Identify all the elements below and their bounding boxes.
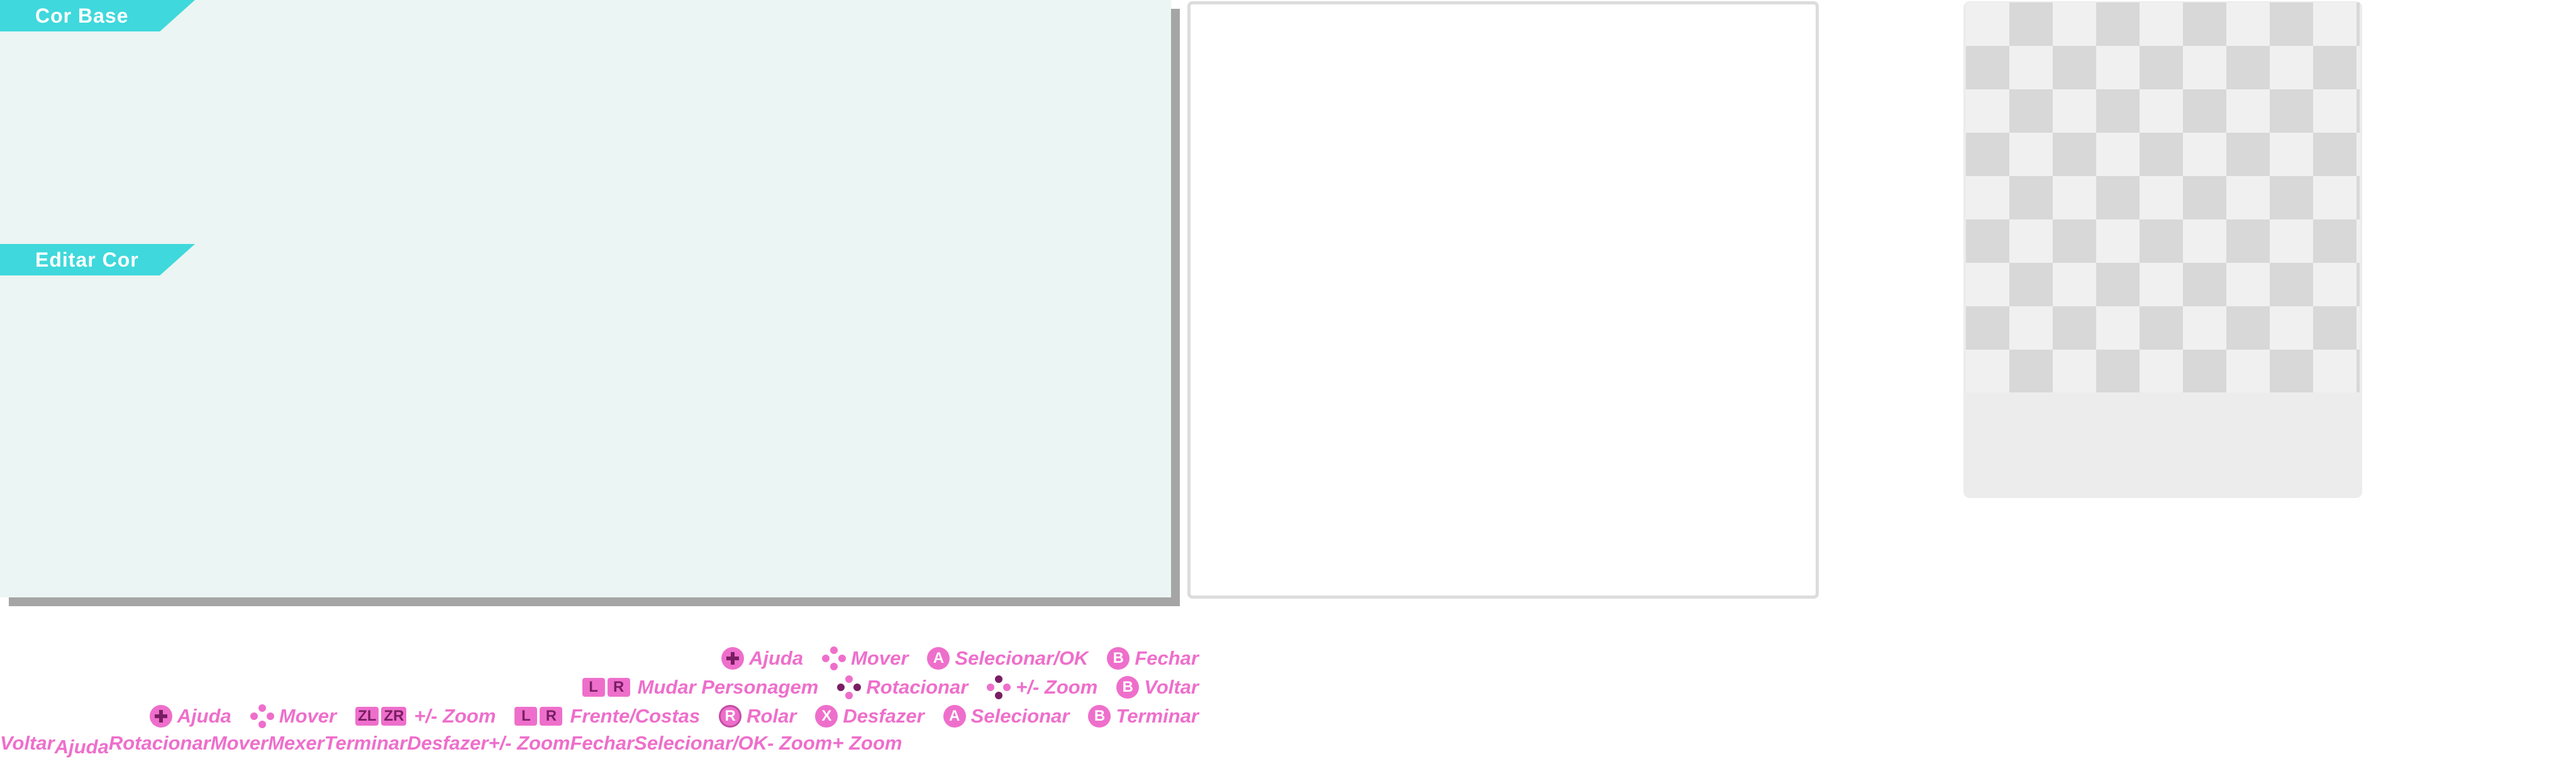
label-select-ok: Selecionar/OK bbox=[634, 732, 768, 754]
hint-close[interactable]: B Fechar bbox=[1107, 647, 1199, 670]
hint-label: Frente/Costas bbox=[570, 705, 701, 727]
hint-zoom[interactable]: +/- Zoom bbox=[987, 675, 1097, 699]
b-button-icon: B bbox=[1116, 676, 1140, 699]
hint-label-strip: Voltar Ajuda Rotacionar Mover Mexer Term… bbox=[0, 729, 902, 758]
label-undo: Desfazer bbox=[407, 732, 489, 754]
hint-label: Fechar bbox=[1135, 647, 1199, 669]
b-button-icon: B bbox=[1107, 647, 1130, 670]
color-edit-panel: Cor Base Editar Cor bbox=[0, 0, 1171, 597]
hint-label: Mover bbox=[279, 705, 337, 727]
hint-back[interactable]: B Voltar bbox=[1116, 676, 1199, 699]
l-button-icon: L bbox=[514, 707, 538, 726]
x-button-icon: X bbox=[815, 705, 838, 728]
label-help: Ajuda bbox=[54, 736, 109, 758]
dpad-icon bbox=[822, 646, 847, 670]
hint-label: Desfazer bbox=[843, 705, 924, 727]
hint-help[interactable]: Ajuda bbox=[721, 647, 803, 670]
hint-select[interactable]: A Selecionar bbox=[943, 705, 1070, 728]
hint-row-3: Ajuda Mover ZL ZR +/- Zoom L R Frente/Co… bbox=[149, 702, 1199, 731]
r-stick-icon: R bbox=[719, 705, 742, 728]
dpad-icon bbox=[987, 675, 1011, 699]
hint-rotate[interactable]: Rotacionar bbox=[837, 675, 968, 699]
hint-finish[interactable]: B Terminar bbox=[1088, 705, 1199, 728]
label-zoom-out: - Zoom bbox=[767, 732, 833, 754]
a-button-icon: A bbox=[927, 647, 950, 670]
hint-change-character[interactable]: L R Mudar Personagem bbox=[582, 676, 819, 699]
r-button-icon: R bbox=[607, 678, 630, 697]
base-color-tab: Cor Base bbox=[0, 0, 195, 31]
hint-label: +/- Zoom bbox=[1016, 676, 1098, 698]
hint-label: Ajuda bbox=[177, 705, 231, 727]
pattern-panel bbox=[1963, 1, 2362, 498]
hint-zoom[interactable]: ZL ZR +/- Zoom bbox=[355, 705, 496, 728]
transparency-grid bbox=[1966, 3, 2360, 392]
hint-label: Mover bbox=[851, 647, 909, 669]
hint-row-2: L R Mudar Personagem Rotacionar +/- Zoom… bbox=[582, 673, 1199, 702]
hint-select[interactable]: A Selecionar/OK bbox=[927, 647, 1088, 670]
dpad-icon bbox=[837, 675, 862, 699]
plus-button-icon bbox=[149, 705, 172, 728]
label-move: Mover bbox=[210, 732, 269, 754]
zl-button-icon: ZL bbox=[355, 707, 379, 726]
label-close: Fechar bbox=[570, 732, 635, 754]
hint-scroll[interactable]: R Rolar bbox=[719, 705, 796, 728]
l-button-icon: L bbox=[582, 678, 605, 697]
hint-row-1: Ajuda Mover A Selecionar/OK B Fechar bbox=[721, 644, 1199, 673]
hint-move[interactable]: Mover bbox=[250, 704, 336, 728]
edit-color-tab: Editar Cor bbox=[0, 244, 195, 275]
hint-front-back[interactable]: L R Frente/Costas bbox=[514, 705, 700, 728]
label-zoom: +/- Zoom bbox=[488, 732, 570, 754]
hint-help[interactable]: Ajuda bbox=[149, 705, 231, 728]
r-button-icon: R bbox=[540, 707, 563, 726]
hint-undo[interactable]: X Desfazer bbox=[815, 705, 924, 728]
dpad-icon bbox=[250, 704, 274, 728]
hint-label: Selecionar/OK bbox=[955, 647, 1089, 669]
label-rotate: Rotacionar bbox=[108, 732, 211, 754]
hint-label: Mudar Personagem bbox=[637, 676, 819, 698]
label-zoom-in: + Zoom bbox=[832, 732, 902, 754]
label-back: Voltar bbox=[0, 732, 55, 754]
zr-button-icon: ZR bbox=[381, 707, 407, 726]
hint-label: Voltar bbox=[1144, 676, 1199, 698]
hint-label: Ajuda bbox=[748, 647, 804, 669]
preview-panel bbox=[1187, 1, 1819, 599]
hint-label: Terminar bbox=[1116, 705, 1199, 727]
a-button-icon: A bbox=[943, 705, 966, 728]
label-finish: Terminar bbox=[324, 732, 408, 754]
label-shake: Mexer bbox=[268, 732, 325, 754]
plus-button-icon bbox=[721, 647, 744, 670]
hint-move[interactable]: Mover bbox=[822, 646, 908, 670]
hint-label: Selecionar bbox=[970, 705, 1070, 727]
b-button-icon: B bbox=[1088, 705, 1111, 728]
hint-label: Rolar bbox=[747, 705, 797, 727]
hint-label: Rotacionar bbox=[866, 676, 969, 698]
hint-label: +/- Zoom bbox=[414, 705, 496, 727]
